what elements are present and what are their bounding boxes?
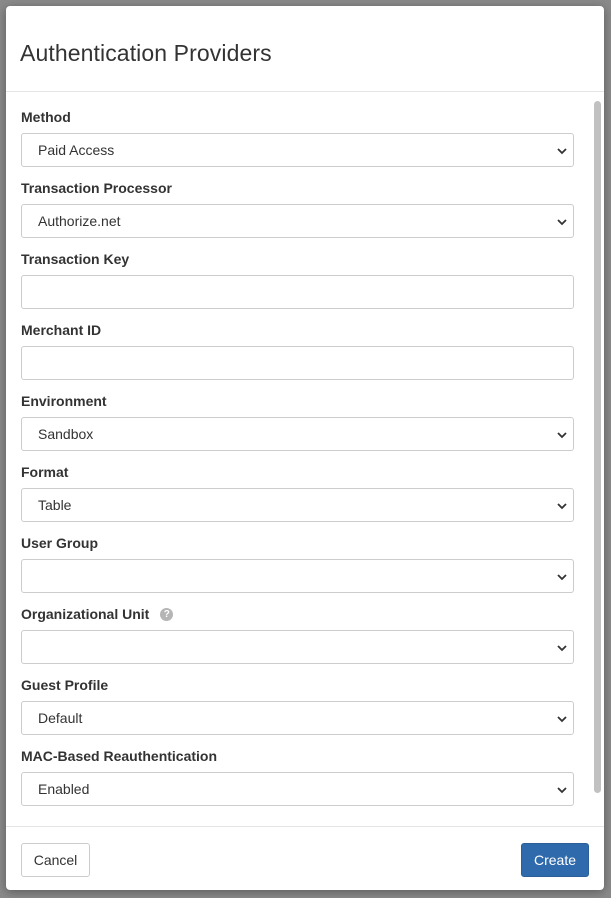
- modal-header: Authentication Providers: [6, 6, 604, 92]
- organizational-unit-select[interactable]: [21, 630, 574, 664]
- user-group-label: User Group: [21, 535, 99, 551]
- chevron-down-icon: [557, 219, 567, 226]
- format-select[interactable]: Table: [21, 488, 574, 522]
- transaction-key-input[interactable]: [21, 275, 574, 309]
- environment-value: Sandbox: [38, 426, 94, 442]
- format-value: Table: [38, 497, 72, 513]
- guest-profile-label: Guest Profile: [21, 677, 109, 693]
- modal-footer: Cancel Create: [6, 826, 604, 890]
- chevron-down-icon: [557, 574, 567, 581]
- merchant-id-group: Merchant ID: [21, 322, 574, 380]
- environment-group: Environment Sandbox: [21, 393, 574, 451]
- transaction-key-label: Transaction Key: [21, 251, 130, 267]
- cancel-button[interactable]: Cancel: [21, 843, 90, 877]
- guest-profile-group: Guest Profile Default: [21, 677, 574, 735]
- chevron-down-icon: [557, 716, 567, 723]
- help-icon[interactable]: ?: [160, 607, 174, 621]
- method-select[interactable]: Paid Access: [21, 133, 574, 167]
- modal-title: Authentication Providers: [20, 40, 272, 66]
- chevron-down-icon: [557, 148, 567, 155]
- transaction-key-group: Transaction Key: [21, 251, 574, 309]
- modal-scrollbar[interactable]: [594, 101, 601, 793]
- transaction-processor-label: Transaction Processor: [21, 180, 172, 196]
- guest-profile-value: Default: [38, 710, 83, 726]
- create-button[interactable]: Create: [521, 843, 589, 877]
- organizational-unit-group: Organizational Unit ?: [21, 606, 574, 664]
- mac-reauthentication-group: MAC-Based Reauthentication Enabled: [21, 748, 574, 806]
- mac-reauthentication-select[interactable]: Enabled: [21, 772, 574, 806]
- transaction-processor-select[interactable]: Authorize.net: [21, 204, 574, 238]
- user-group-select[interactable]: [21, 559, 574, 593]
- method-label: Method: [21, 109, 71, 125]
- merchant-id-input[interactable]: [21, 346, 574, 380]
- organizational-unit-label: Organizational Unit ?: [21, 606, 574, 622]
- user-group-group: User Group: [21, 535, 574, 593]
- guest-profile-select[interactable]: Default: [21, 701, 574, 735]
- chevron-down-icon: [557, 645, 567, 652]
- environment-select[interactable]: Sandbox: [21, 417, 574, 451]
- format-group: Format Table: [21, 464, 574, 522]
- method-group: Method Paid Access: [21, 109, 574, 167]
- mac-reauthentication-label: MAC-Based Reauthentication: [21, 748, 218, 764]
- transaction-processor-group: Transaction Processor Authorize.net: [21, 180, 574, 238]
- organizational-unit-label-text: Organizational Unit: [21, 606, 150, 622]
- modal-body[interactable]: Method Paid Access Transaction Processor…: [6, 92, 604, 826]
- environment-label: Environment: [21, 393, 107, 409]
- transaction-processor-value: Authorize.net: [38, 213, 121, 229]
- method-value: Paid Access: [38, 142, 115, 158]
- authentication-providers-dialog: Authentication Providers Method Paid Acc…: [6, 6, 604, 890]
- merchant-id-label: Merchant ID: [21, 322, 102, 338]
- format-label: Format: [21, 464, 69, 480]
- chevron-down-icon: [557, 432, 567, 439]
- chevron-down-icon: [557, 503, 567, 510]
- mac-reauthentication-value: Enabled: [38, 781, 90, 797]
- chevron-down-icon: [557, 787, 567, 794]
